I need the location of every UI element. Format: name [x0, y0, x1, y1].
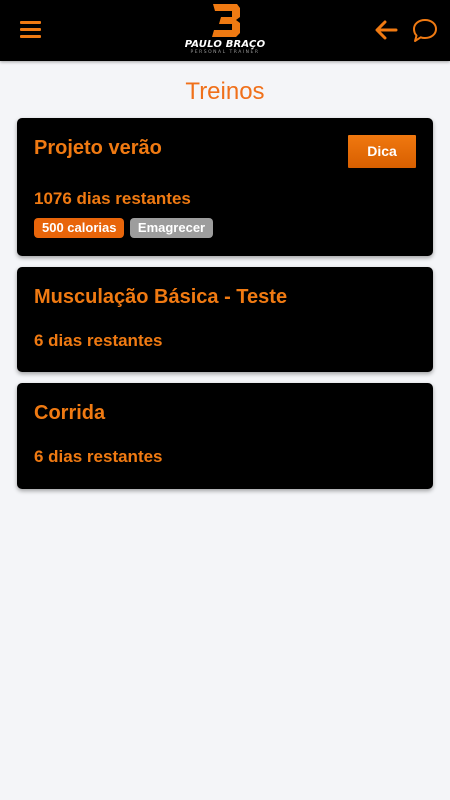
workout-title: Corrida: [34, 402, 106, 424]
days-remaining: 6 dias restantes: [34, 331, 163, 350]
top-app-bar: PAULO BRAÇO PERSONAL TRAINER: [0, 0, 450, 61]
app-logo: PAULO BRAÇO PERSONAL TRAINER: [175, 2, 275, 60]
logo-icon: [212, 4, 240, 37]
workout-card[interactable]: Projeto verão Dica 1076 dias restantes 5…: [17, 118, 433, 256]
page-title: Treinos: [185, 78, 265, 105]
tag-goal: Emagrecer: [129, 218, 214, 238]
arrow-left-icon[interactable]: [374, 19, 398, 41]
days-remaining: 1076 dias restantes: [34, 189, 191, 208]
logo-subtitle: PERSONAL TRAINER: [190, 50, 260, 55]
days-remaining: 6 dias restantes: [34, 447, 163, 466]
workout-card[interactable]: Musculação Básica - Teste 6 dias restant…: [17, 267, 433, 372]
chat-bubble-icon[interactable]: [411, 17, 438, 44]
logo-name: PAULO BRAÇO: [184, 39, 266, 50]
menu-icon[interactable]: [20, 21, 41, 39]
tip-button[interactable]: Dica: [348, 135, 416, 168]
tag-list: 500 calorias Emagrecer: [34, 218, 214, 239]
workout-title: Projeto verão: [34, 137, 162, 159]
tag-calories: 500 calorias: [34, 218, 125, 238]
workout-title: Musculação Básica - Teste: [34, 286, 288, 308]
workout-card[interactable]: Corrida 6 dias restantes: [17, 383, 433, 489]
